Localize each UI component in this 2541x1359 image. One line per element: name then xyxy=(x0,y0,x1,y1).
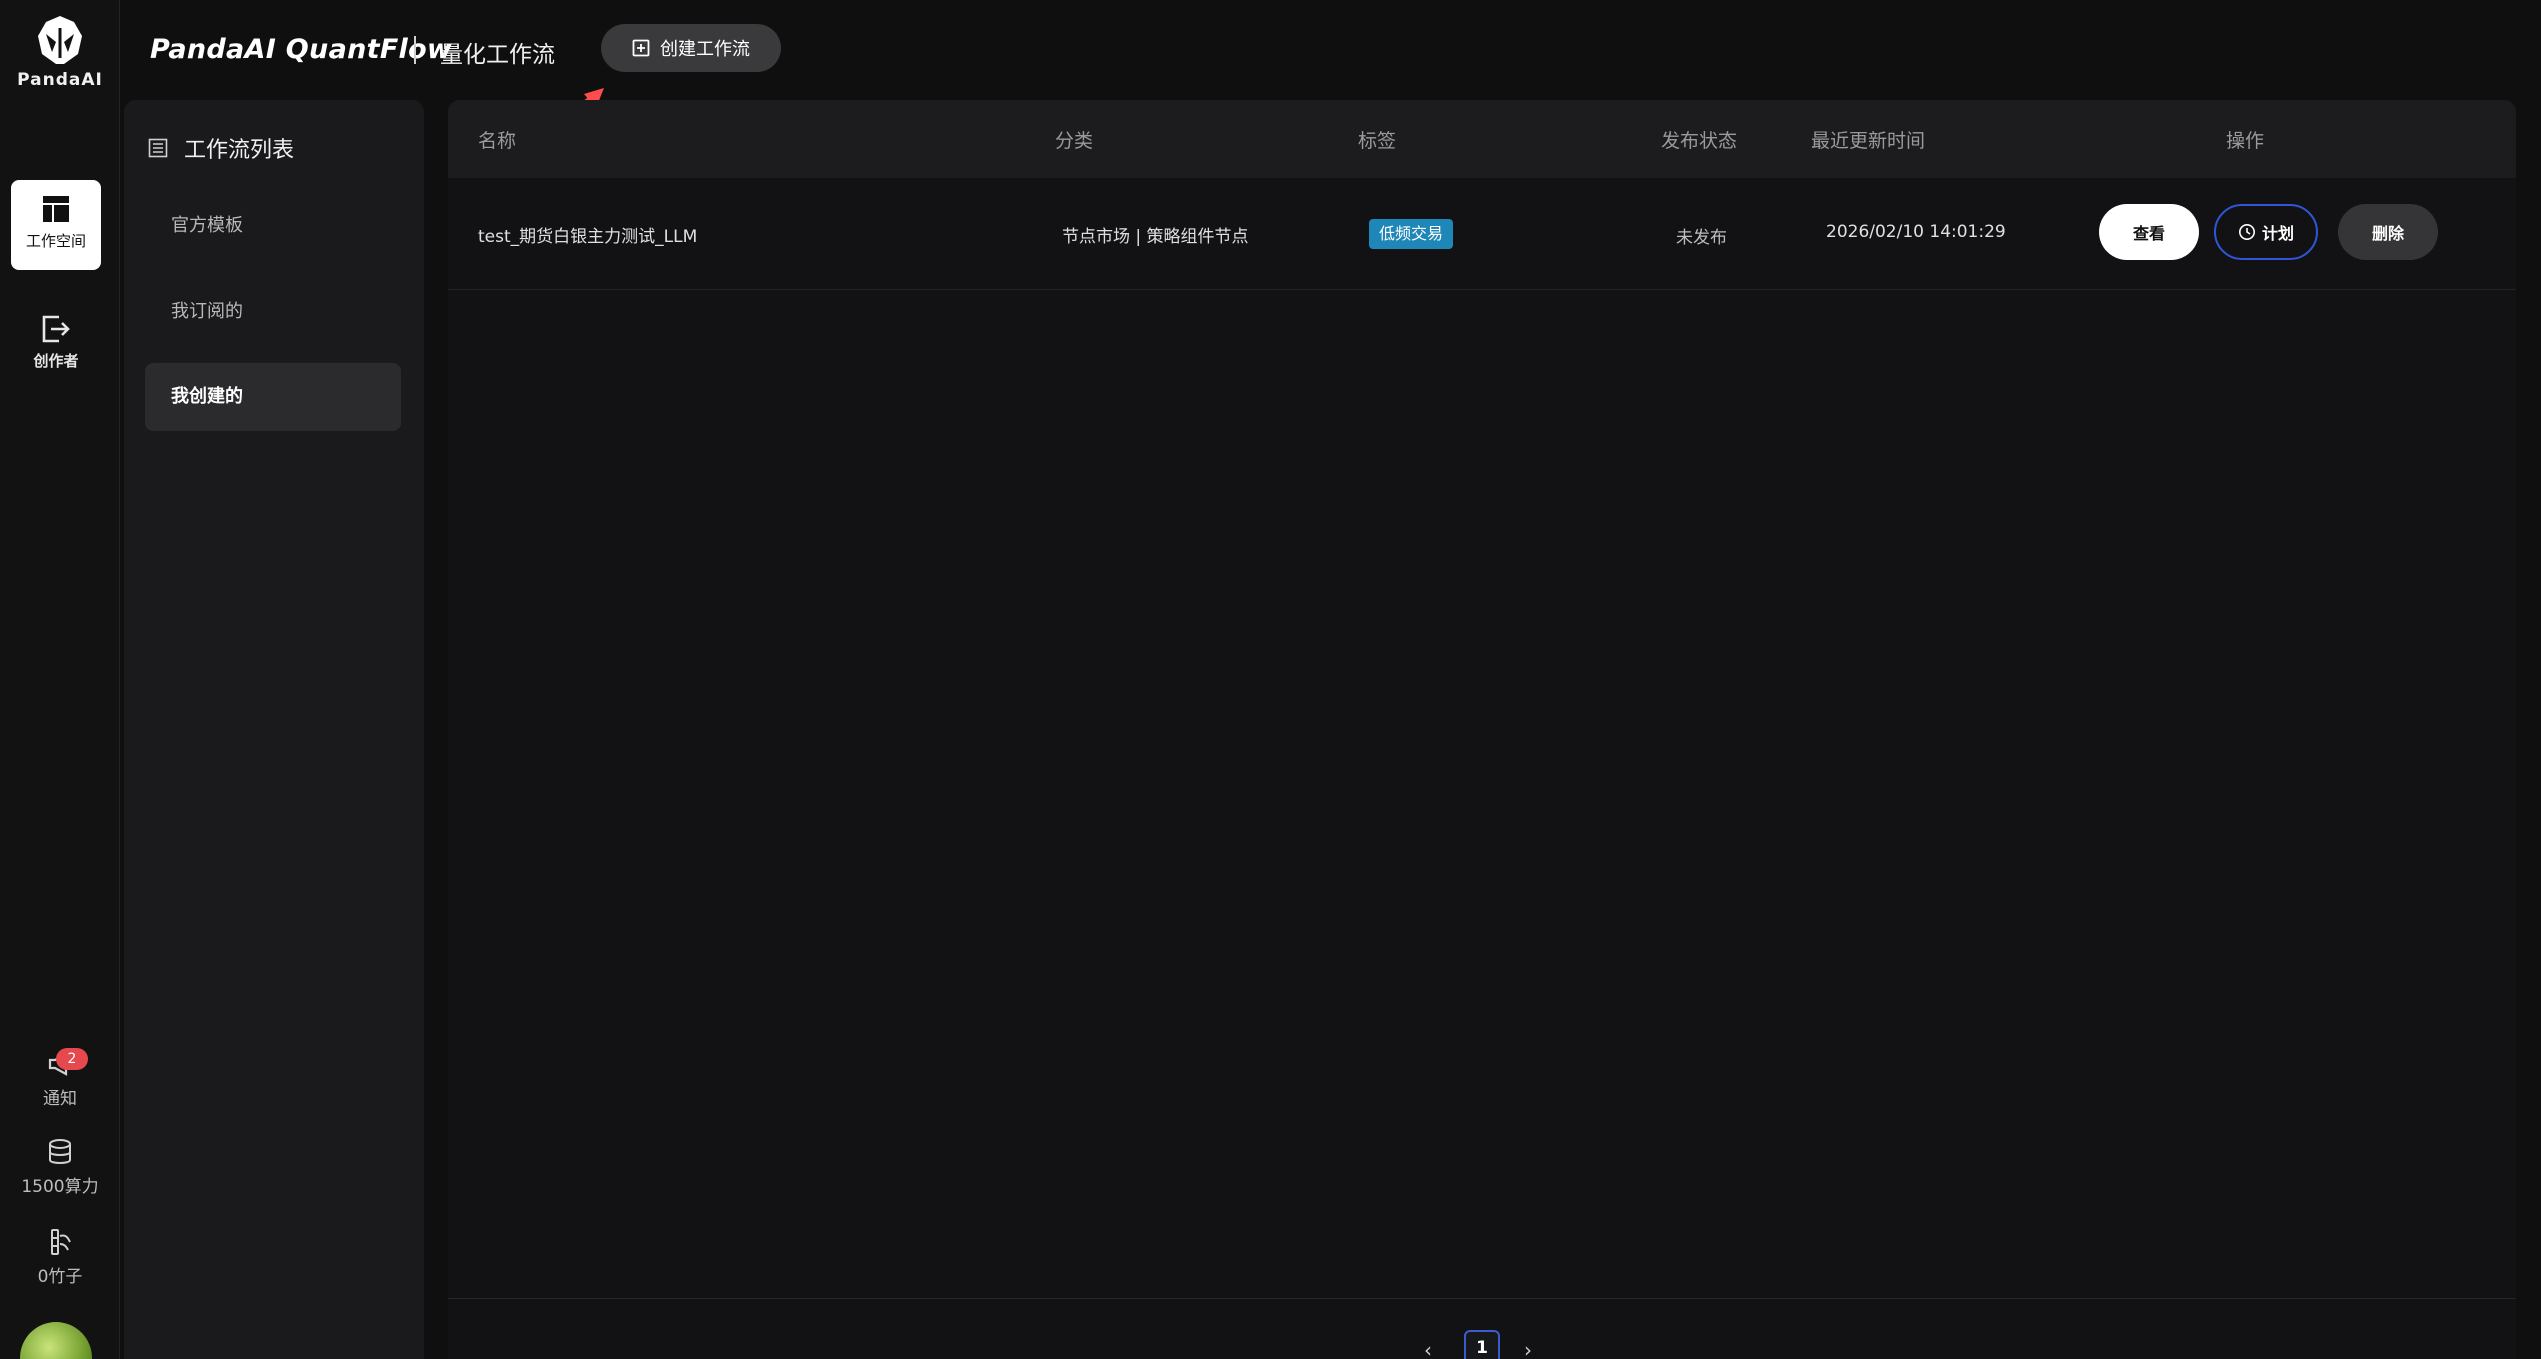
delete-button[interactable]: 删除 xyxy=(2338,204,2438,260)
rail-bamboo[interactable]: 0竹子 xyxy=(0,1228,120,1287)
rail-compute-label: 1500算力 xyxy=(21,1177,99,1197)
sidebar-item-created[interactable]: 我创建的 xyxy=(145,363,401,431)
plan-button[interactable]: 计划 xyxy=(2214,204,2318,260)
database-icon xyxy=(49,1139,71,1164)
rail-item-label: 工作空间 xyxy=(25,232,86,250)
panda-logo-icon xyxy=(38,16,82,64)
rail-bamboo-label: 0竹子 xyxy=(37,1267,83,1287)
table-header: 名称 分类 标签 发布状态 最近更新时间 操作 xyxy=(448,100,2516,178)
list-icon xyxy=(148,138,168,158)
column-header-actions: 操作 xyxy=(2226,130,2265,152)
create-workflow-label: 创建工作流 xyxy=(660,39,750,60)
column-header-name: 名称 xyxy=(478,130,517,152)
table-footer-divider xyxy=(448,1298,2516,1299)
view-button[interactable]: 查看 xyxy=(2099,204,2199,260)
column-header-updated: 最近更新时间 xyxy=(1811,130,1926,152)
rail-item-label: 创作者 xyxy=(33,352,79,370)
clock-icon xyxy=(2238,224,2255,240)
app-root: PandaAI 工作空间 创作者 2 通知 1500算力 0竹子 PandaAI… xyxy=(0,0,2541,1359)
layout-icon xyxy=(43,196,69,222)
left-rail: PandaAI 工作空间 创作者 2 通知 1500算力 0竹子 xyxy=(0,0,120,1359)
header-divider xyxy=(414,36,416,64)
avatar[interactable] xyxy=(20,1322,92,1359)
brand-title: PandaAI QuantFlow xyxy=(150,34,453,65)
logo[interactable]: PandaAI xyxy=(0,14,120,90)
bamboo-icon xyxy=(51,1229,71,1255)
page-title: 量化工作流 xyxy=(440,42,555,68)
column-header-status: 发布状态 xyxy=(1661,130,1738,152)
pagination-prev-icon[interactable]: ‹ xyxy=(1424,1338,1432,1359)
rail-notify-label: 通知 xyxy=(43,1089,77,1109)
column-header-category: 分类 xyxy=(1055,130,1094,152)
cell-status: 未发布 xyxy=(1676,228,1727,248)
rail-compute[interactable]: 1500算力 xyxy=(0,1138,120,1197)
view-button-label: 查看 xyxy=(2132,224,2165,243)
exit-box-icon xyxy=(42,315,70,343)
workflow-sidebar: 工作流列表 官方模板 我订阅的 我创建的 xyxy=(124,100,424,1359)
create-workflow-button[interactable]: 创建工作流 xyxy=(601,24,781,72)
pagination-next-icon[interactable]: › xyxy=(1524,1338,1532,1359)
pagination: ‹ 1 › xyxy=(448,1330,2516,1359)
sidebar-title: 工作流列表 xyxy=(148,132,294,164)
pagination-current-page[interactable]: 1 xyxy=(1464,1330,1500,1359)
logo-text: PandaAI xyxy=(17,70,103,90)
table-row: test_期货白银主力测试_LLM 节点市场 | 策略组件节点 低频交易 未发布… xyxy=(448,178,2516,290)
notification-badge: 2 xyxy=(56,1048,88,1070)
sidebar-title-text: 工作流列表 xyxy=(184,138,295,163)
cell-tag-badge: 低频交易 xyxy=(1369,219,1454,249)
plan-button-label: 计划 xyxy=(2261,224,2294,243)
cell-category: 节点市场 | 策略组件节点 xyxy=(1062,227,1249,247)
delete-button-label: 删除 xyxy=(2371,224,2404,243)
column-header-tag: 标签 xyxy=(1358,130,1397,152)
rail-item-workspace[interactable]: 工作空间 xyxy=(11,180,101,270)
sidebar-item-official-templates[interactable]: 官方模板 xyxy=(145,192,401,260)
rail-item-creator[interactable]: 创作者 xyxy=(11,300,101,390)
workflow-table: 名称 分类 标签 发布状态 最近更新时间 操作 test_期货白银主力测试_LL… xyxy=(448,100,2516,1359)
rail-notify[interactable]: 2 通知 xyxy=(0,1048,120,1109)
sidebar-item-subscribed[interactable]: 我订阅的 xyxy=(145,278,401,346)
plus-square-icon xyxy=(632,39,650,57)
cell-name[interactable]: test_期货白银主力测试_LLM xyxy=(478,222,697,247)
cell-updated: 2026/02/10 14:01:29 xyxy=(1826,222,2006,242)
